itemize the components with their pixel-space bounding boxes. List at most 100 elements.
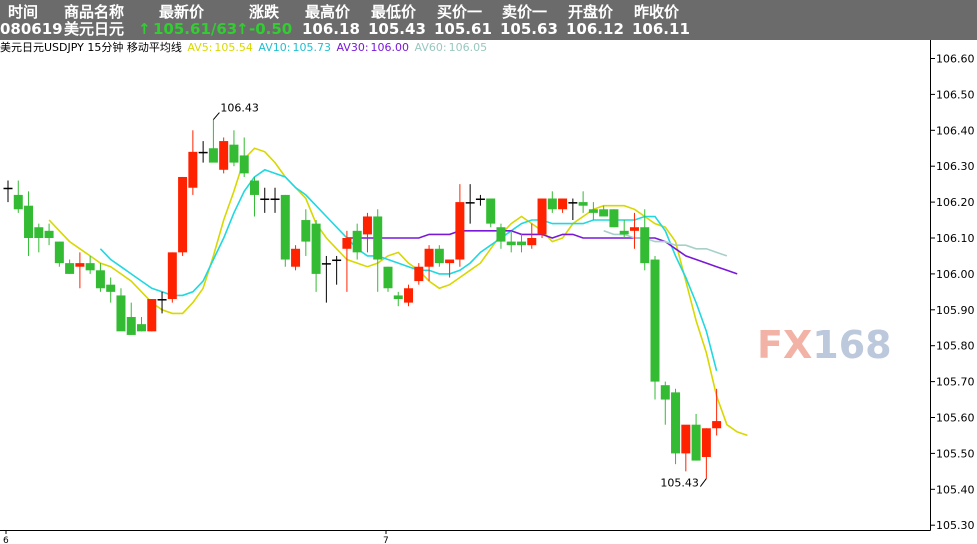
candle-body [3,187,13,190]
candle [537,198,547,238]
candle [249,176,259,217]
low-annotation: 105.43 [660,477,699,490]
candle [260,187,270,213]
quote-high: 106.18 [302,20,360,38]
candle [568,198,578,221]
candle [147,299,157,332]
candle-body [414,266,424,282]
candle [65,259,75,274]
candle [465,184,475,224]
candle-body [311,223,321,274]
candle [404,284,414,307]
y-tick-label: 106.60 [936,53,975,66]
candle-body [75,263,85,267]
candle-body [393,295,403,300]
candle-body [424,248,434,267]
candle [383,266,393,292]
candle-body [537,198,547,235]
candle-body [496,227,506,242]
candle-body [13,194,23,210]
candle [712,388,722,436]
candle-body [506,241,516,246]
candle [445,259,455,278]
candle-body [547,198,557,210]
candle [609,209,619,228]
candlestick-chart: FX168 106.60 106.50 106.40 106.30 106.20 106.1… [0,40,975,544]
candle-body [95,270,105,289]
high-leader-line [213,112,220,120]
candle-body [167,252,177,300]
candle [229,130,239,167]
candle [527,223,537,249]
candle [178,176,188,256]
candle [75,252,85,289]
candle [588,202,598,221]
quote-prevclose: 106.11 [632,20,690,38]
candle [352,223,362,260]
candle [106,277,116,303]
candle-body [558,198,568,210]
candle-body [475,198,485,201]
y-tick-label: 106.10 [936,232,975,245]
y-tick-label: 105.50 [936,447,975,460]
candle [3,180,13,203]
y-tick-label: 105.30 [936,519,975,532]
candle-body [434,248,444,264]
candle-body [34,227,44,238]
candle [393,291,403,307]
ma-line-av10 [99,168,718,372]
candle-body [24,205,34,238]
candle-body [239,155,249,174]
high-annotation: 106.43 [220,102,259,115]
candle-body [260,198,270,201]
av5-value: 105.54 [214,41,253,54]
candle-body [342,238,352,249]
candle-body [383,266,393,289]
candle [506,230,516,253]
candle-body [44,230,54,238]
low-leader-line [699,478,707,487]
last-arrow-icon: ↑ [138,20,151,38]
y-tick-label: 105.70 [936,376,975,389]
quote-ask: 105.63 [500,20,558,38]
candle-body [671,392,681,454]
candle-body [198,151,208,154]
candle [373,209,383,292]
quote-name: 美元日元 [64,20,125,38]
candle [578,191,588,213]
y-tick-label: 106.20 [936,196,975,209]
indicator-legend: 美元日元USDJPY 15分钟 移动平均线 AV5: 105.54 AV10: 10… [0,40,930,56]
candle [239,137,249,177]
candle-body [629,227,639,231]
candle-body [486,198,496,224]
candle [650,255,660,400]
candle-body [178,176,188,253]
candle-body [619,230,629,235]
candle [44,223,54,246]
candle-body [578,202,588,206]
x-tick-label: 6 [3,536,9,544]
candle-body [106,284,116,292]
candle-body [691,424,701,461]
candle-body [568,202,578,204]
candle-body [650,259,660,382]
watermark-fx: FX [757,323,812,367]
watermark-logo: FX168 [757,323,892,367]
candle-body [445,259,455,264]
candle-body [126,316,136,335]
candle [280,194,290,267]
candle [167,252,177,303]
candle-body [609,209,619,228]
candle-body [321,263,331,265]
candle [291,245,301,271]
candle-body [208,148,218,163]
candle [681,424,691,472]
candle [486,198,496,228]
candle [188,130,198,195]
candle [660,381,670,425]
y-tick-label: 105.90 [936,304,975,317]
quote-open: 106.12 [566,20,624,38]
candle-body [270,198,280,201]
candle [270,187,280,213]
candle [701,428,711,479]
